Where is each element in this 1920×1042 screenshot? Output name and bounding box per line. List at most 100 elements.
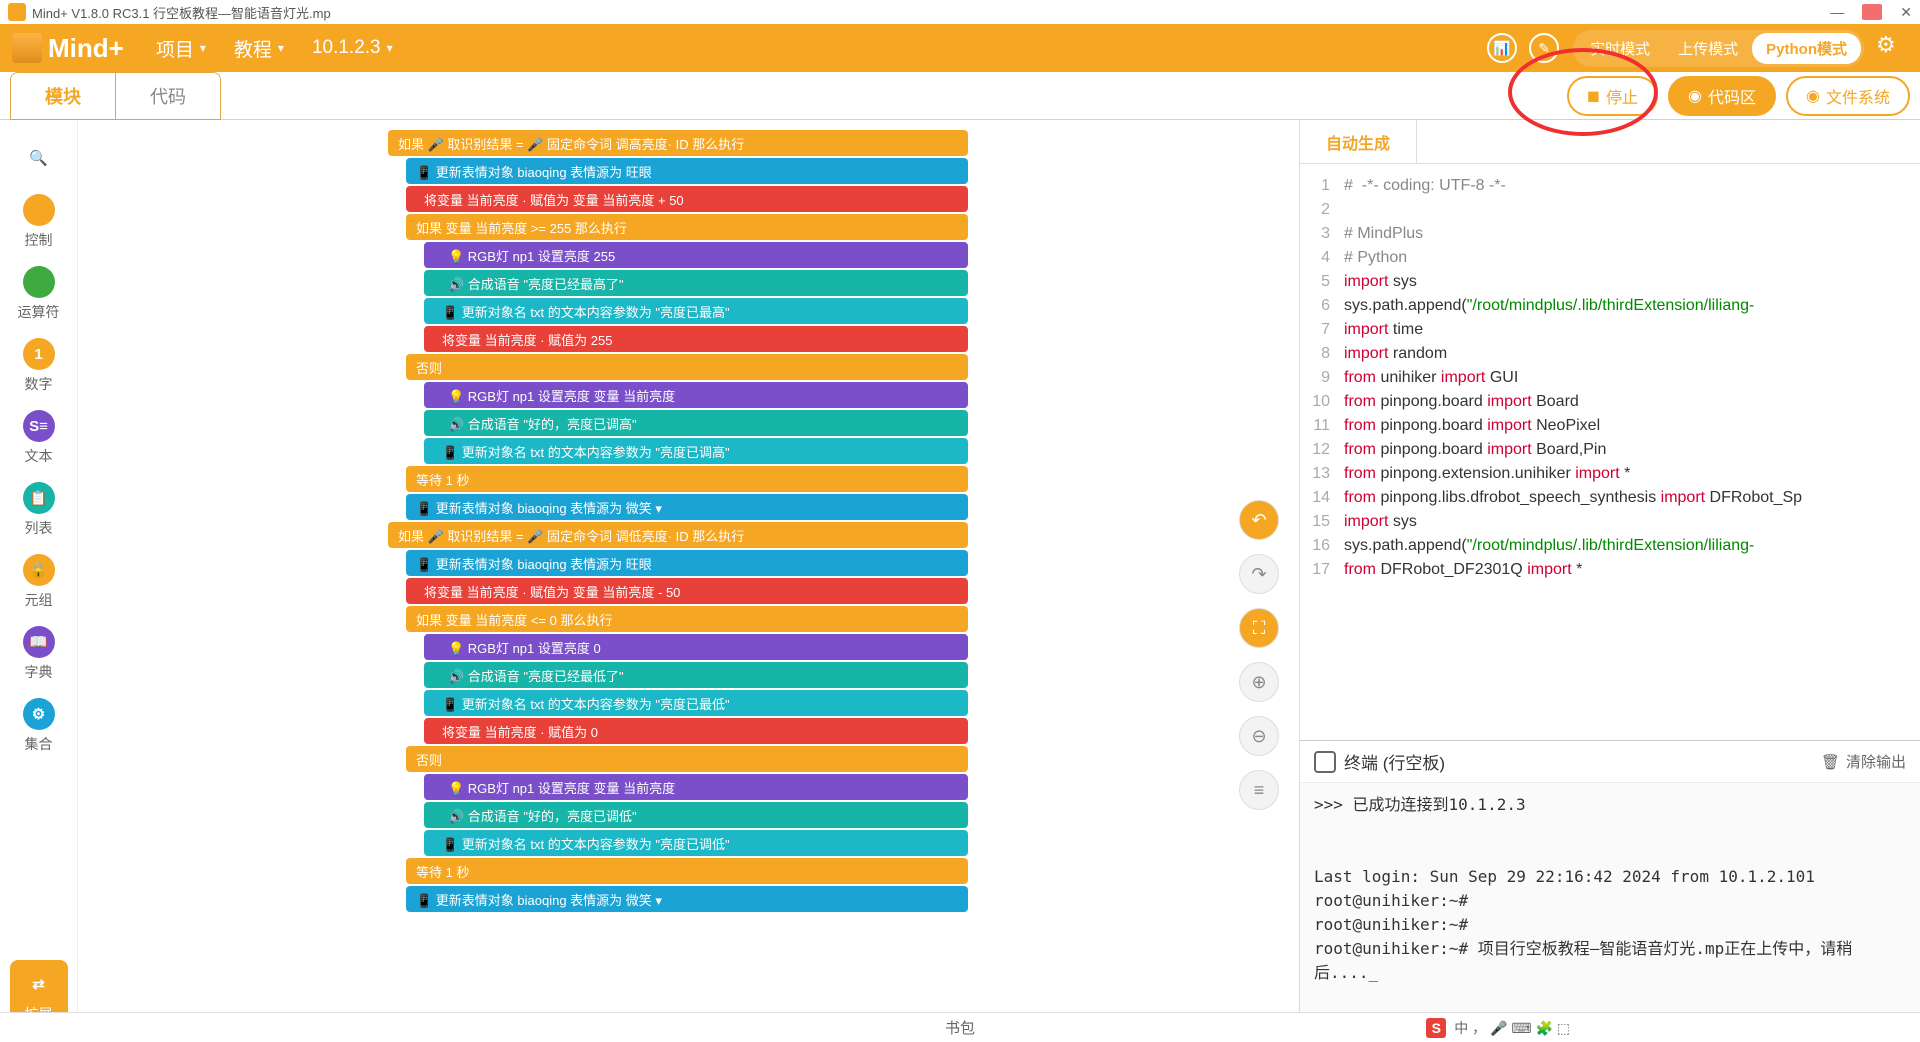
undo-button[interactable]: ↶	[1239, 500, 1279, 540]
code-line: 7import time	[1300, 318, 1920, 342]
terminal-body[interactable]: >>> 已成功连接到10.1.2.3 Last login: Sun Sep 2…	[1300, 783, 1920, 1040]
menu-ip[interactable]: 10.1.2.3▾	[298, 37, 407, 59]
category-icon: S≡	[23, 410, 55, 442]
filesystem-button[interactable]: ◉文件系统	[1786, 76, 1910, 116]
block-stack: 如果 🎤 取识别结果 = 🎤 固定命令词 调高亮度· ID 那么执行📱 更新表情…	[388, 130, 968, 914]
extension-icon: ⇄	[23, 968, 55, 1000]
line-content: import sys	[1344, 510, 1417, 534]
code-block[interactable]: 💡 RGB灯 np1 设置亮度 变量 当前亮度	[424, 382, 968, 408]
edit-icon[interactable]: ✎	[1529, 33, 1559, 63]
category-运算符[interactable]: 运算符	[18, 258, 60, 330]
category-文本[interactable]: S≡ 文本	[18, 402, 60, 474]
footer-label[interactable]: 书包	[945, 1017, 975, 1038]
code-block[interactable]: 📱 更新表情对象 biaoqing 表情源为 旺眼	[406, 550, 968, 576]
code-line: 9from unihiker import GUI	[1300, 366, 1920, 390]
ime-status[interactable]: 中 ， 🎤 ⌨ 🧩 ⬚	[1454, 1018, 1570, 1038]
code-block[interactable]: 如果 变量 当前亮度 >= 255 那么执行	[406, 214, 968, 240]
code-block[interactable]: 等待 1 秒	[406, 858, 968, 884]
line-content: # -*- coding: UTF-8 -*-	[1344, 174, 1506, 198]
line-number: 5	[1300, 270, 1344, 294]
code-block[interactable]: 📱 更新表情对象 biaoqing 表情源为 旺眼	[406, 158, 968, 184]
code-block[interactable]: 如果 变量 当前亮度 <= 0 那么执行	[406, 606, 968, 632]
code-block[interactable]: 📱 更新对象名 txt 的文本内容参数为 "亮度已调高"	[424, 438, 968, 464]
tab-autogen[interactable]: 自动生成	[1300, 120, 1417, 163]
sogou-icon[interactable]: S	[1426, 1018, 1446, 1038]
zoom-in-button[interactable]: ⊕	[1239, 662, 1279, 702]
code-block[interactable]: 🔊 合成语音 "亮度已经最低了"	[424, 662, 968, 688]
mode-realtime[interactable]: 实时模式	[1576, 33, 1664, 64]
subbar: 模块 代码 ◼停止 ◉代码区 ◉文件系统	[0, 72, 1920, 120]
code-block[interactable]: 📱 更新对象名 txt 的文本内容参数为 "亮度已最高"	[424, 298, 968, 324]
category-列表[interactable]: 📋列表	[18, 474, 60, 546]
line-content: # Python	[1344, 246, 1407, 270]
canvas-controls: ↶ ↷ ⛶ ⊕ ⊖ ≡	[1239, 500, 1279, 810]
block-canvas[interactable]: 如果 🎤 取识别结果 = 🎤 固定命令词 调高亮度· ID 那么执行📱 更新表情…	[78, 120, 1300, 1040]
category-数字[interactable]: 1数字	[18, 330, 60, 402]
line-content: sys.path.append("/root/mindplus/.lib/thi…	[1344, 294, 1754, 318]
line-number: 10	[1300, 390, 1344, 414]
redo-button[interactable]: ↷	[1239, 554, 1279, 594]
category-label: 字典	[25, 662, 53, 682]
code-block[interactable]: 否则	[406, 746, 968, 772]
view-tabs: 模块 代码	[10, 72, 221, 120]
code-block[interactable]: 将变量 当前亮度 · 赋值为 变量 当前亮度 - 50	[406, 578, 968, 604]
line-content: import random	[1344, 342, 1447, 366]
stop-button[interactable]: ◼停止	[1567, 76, 1658, 116]
category-sidebar: 🔍控制运算符1数字S≡文本📋列表🔒元组📖字典⚙集合 ⇄ 扩展	[0, 120, 78, 1040]
code-block[interactable]: 💡 RGB灯 np1 设置亮度 0	[424, 634, 968, 660]
category-search[interactable]: 🔍	[18, 134, 60, 186]
category-字典[interactable]: 📖字典	[18, 618, 60, 690]
code-block[interactable]: 将变量 当前亮度 · 赋值为 255	[424, 326, 968, 352]
category-控制[interactable]: 控制	[18, 186, 60, 258]
menu-tutorial[interactable]: 教程▾	[220, 35, 298, 62]
code-editor[interactable]: 1# -*- coding: UTF-8 -*-23# MindPlus4# P…	[1300, 164, 1920, 740]
stop-icon: ◼	[1587, 86, 1600, 106]
line-content: from pinpong.libs.dfrobot_speech_synthes…	[1344, 486, 1802, 510]
zoom-out-button[interactable]: ⊖	[1239, 716, 1279, 756]
line-number: 3	[1300, 222, 1344, 246]
menu-project[interactable]: 项目▾	[142, 35, 220, 62]
line-number: 13	[1300, 462, 1344, 486]
code-block[interactable]: 否则	[406, 354, 968, 380]
close-button[interactable]: ✕	[1900, 4, 1912, 21]
mode-python[interactable]: Python模式	[1752, 33, 1861, 64]
code-block[interactable]: 将变量 当前亮度 · 赋值为 变量 当前亮度 + 50	[406, 186, 968, 212]
category-元组[interactable]: 🔒元组	[18, 546, 60, 618]
code-line: 10from pinpong.board import Board	[1300, 390, 1920, 414]
line-number: 12	[1300, 438, 1344, 462]
gear-icon[interactable]: ⚙	[1876, 32, 1908, 64]
mode-upload[interactable]: 上传模式	[1664, 33, 1752, 64]
dfrobot-icon[interactable]	[1862, 4, 1882, 20]
code-block[interactable]: 🔊 合成语音 "好的，亮度已调高"	[424, 410, 968, 436]
code-block[interactable]: 📱 更新对象名 txt 的文本内容参数为 "亮度已调低"	[424, 830, 968, 856]
tab-blocks[interactable]: 模块	[11, 73, 116, 119]
right-panel: 自动生成 1# -*- coding: UTF-8 -*-23# MindPlu…	[1300, 120, 1920, 1040]
code-block[interactable]: 🔊 合成语音 "好的，亮度已调低"	[424, 802, 968, 828]
code-block[interactable]: 📱 更新对象名 txt 的文本内容参数为 "亮度已最低"	[424, 690, 968, 716]
ime-bar: S 中 ， 🎤 ⌨ 🧩 ⬚	[1426, 1018, 1570, 1038]
code-block[interactable]: 将变量 当前亮度 · 赋值为 0	[424, 718, 968, 744]
category-icon	[23, 194, 55, 226]
tab-code[interactable]: 代码	[116, 73, 220, 119]
code-block[interactable]: 💡 RGB灯 np1 设置亮度 变量 当前亮度	[424, 774, 968, 800]
code-block[interactable]: 📱 更新表情对象 biaoqing 表情源为 微笑 ▾	[406, 494, 968, 520]
target-icon: ◉	[1806, 86, 1820, 106]
minimize-button[interactable]: —	[1830, 4, 1844, 21]
caret-down-icon: ▾	[200, 41, 206, 55]
code-block[interactable]: 如果 🎤 取识别结果 = 🎤 固定命令词 调高亮度· ID 那么执行	[388, 130, 968, 156]
codearea-button[interactable]: ◉代码区	[1668, 76, 1776, 116]
clear-output-button[interactable]: 🗑清除输出	[1821, 751, 1906, 772]
code-block[interactable]: 🔊 合成语音 "亮度已经最高了"	[424, 270, 968, 296]
chart-icon[interactable]: 📊	[1487, 33, 1517, 63]
line-content: from DFRobot_DF2301Q import *	[1344, 558, 1582, 582]
category-label: 文本	[25, 446, 53, 466]
crop-button[interactable]: ⛶	[1239, 608, 1279, 648]
code-line: 4# Python	[1300, 246, 1920, 270]
category-集合[interactable]: ⚙集合	[18, 690, 60, 762]
code-block[interactable]: 如果 🎤 取识别结果 = 🎤 固定命令词 调低亮度· ID 那么执行	[388, 522, 968, 548]
code-line: 3# MindPlus	[1300, 222, 1920, 246]
code-block[interactable]: 📱 更新表情对象 biaoqing 表情源为 微笑 ▾	[406, 886, 968, 912]
code-block[interactable]: 💡 RGB灯 np1 设置亮度 255	[424, 242, 968, 268]
center-button[interactable]: ≡	[1239, 770, 1279, 810]
code-block[interactable]: 等待 1 秒	[406, 466, 968, 492]
